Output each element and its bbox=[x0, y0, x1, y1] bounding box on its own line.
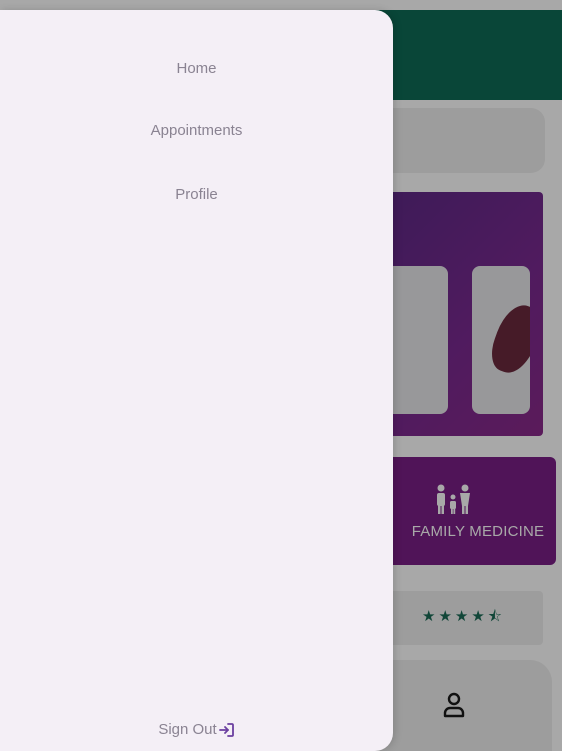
drawer-item-appointments[interactable]: Appointments bbox=[0, 122, 393, 139]
sign-out-label: Sign Out bbox=[158, 721, 217, 738]
navigation-drawer: Home Appointments Profile Sign Out bbox=[0, 10, 393, 751]
login-icon bbox=[218, 722, 234, 737]
drawer-item-home[interactable]: Home bbox=[0, 60, 393, 77]
sign-out-button[interactable]: Sign Out bbox=[0, 721, 393, 738]
drawer-item-profile[interactable]: Profile bbox=[0, 186, 393, 203]
